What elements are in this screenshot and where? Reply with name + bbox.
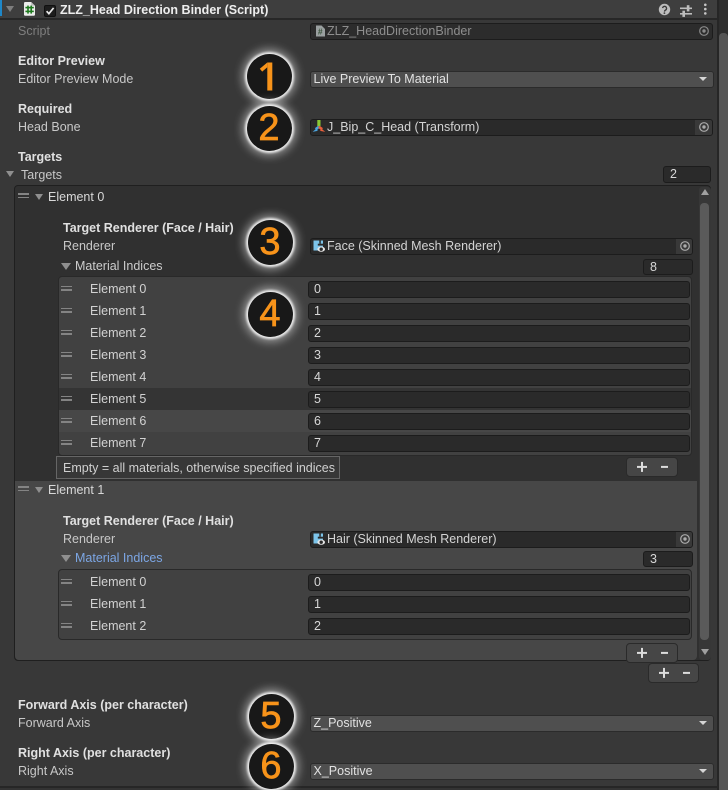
svg-text:#: # bbox=[318, 27, 323, 37]
